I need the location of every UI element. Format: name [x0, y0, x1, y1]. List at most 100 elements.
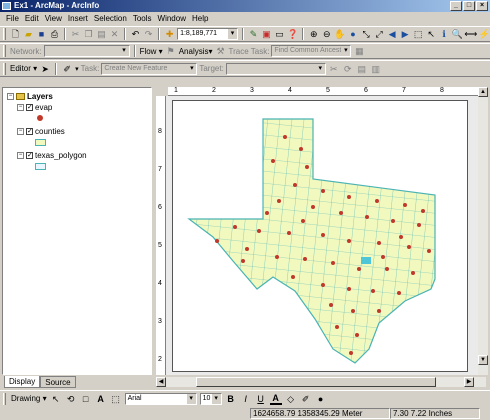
save-icon[interactable]: ■	[36, 28, 47, 40]
italic-button[interactable]: I	[240, 393, 252, 405]
rectangle-icon[interactable]: □	[80, 393, 92, 405]
command-line-icon[interactable]: ▭	[274, 28, 285, 40]
collapse-toggle-icon[interactable]: −	[17, 104, 24, 111]
toolbar-grip[interactable]	[3, 28, 6, 40]
hyperlink-icon[interactable]: ⚡	[479, 28, 490, 40]
identify-icon[interactable]: ℹ	[439, 28, 450, 40]
undo-icon[interactable]: ↶	[130, 28, 141, 40]
sketch-properties-icon[interactable]: ▥	[370, 63, 382, 75]
layer-visibility-checkbox[interactable]: ✓	[26, 104, 33, 111]
split-tool-icon[interactable]: ✂	[328, 63, 340, 75]
collapse-toggle-icon[interactable]: −	[17, 152, 24, 159]
horizontal-scrollbar[interactable]: ◀ ▶	[156, 377, 486, 387]
attributes-icon[interactable]: ▤	[356, 63, 368, 75]
texas-map[interactable]	[173, 101, 469, 373]
menu-view[interactable]: View	[45, 13, 62, 25]
fixed-zoom-out-icon[interactable]: ⤢	[374, 28, 385, 40]
underline-button[interactable]: U	[255, 393, 267, 405]
delete-icon[interactable]: ✕	[109, 28, 120, 40]
find-icon[interactable]: 🔍	[452, 28, 463, 40]
sketch-tool-icon[interactable]: ✐	[61, 63, 73, 75]
editor-menu[interactable]: Editor ▾	[10, 64, 37, 73]
select-elements-icon[interactable]: ↖	[50, 393, 62, 405]
options-icon[interactable]: ⚒	[215, 45, 227, 57]
whats-this-icon[interactable]: ❓	[287, 28, 298, 40]
close-button[interactable]: ×	[476, 1, 488, 11]
toolbar-grip[interactable]	[3, 62, 6, 75]
flag-icon[interactable]: ⚑	[165, 45, 177, 57]
rotate-tool-icon[interactable]: ⟳	[342, 63, 354, 75]
menu-insert[interactable]: Insert	[68, 13, 88, 25]
menu-tools[interactable]: Tools	[133, 13, 152, 25]
font-size-combo[interactable]: 10	[199, 392, 222, 405]
menu-file[interactable]: File	[6, 13, 19, 25]
font-combo[interactable]: Arial	[124, 392, 197, 405]
arctoolbox-icon[interactable]: ▣	[261, 28, 272, 40]
print-icon[interactable]: ⎙	[49, 28, 60, 40]
line-color-icon[interactable]: ✐	[300, 393, 312, 405]
redo-icon[interactable]: ↷	[143, 28, 154, 40]
fill-color-icon[interactable]: ◇	[285, 393, 297, 405]
menu-window[interactable]: Window	[158, 13, 186, 25]
zoom-in-icon[interactable]: ⊕	[308, 28, 319, 40]
sketch-dropdown-arrow[interactable]: ▾	[75, 65, 79, 73]
scroll-down-icon[interactable]: ▼	[478, 355, 488, 365]
solve-icon[interactable]: ▦	[353, 45, 365, 57]
layer-counties-row[interactable]: − ✓ counties	[17, 127, 65, 136]
target-combo[interactable]	[225, 62, 326, 75]
analysis-menu[interactable]: Analysis▾	[179, 47, 213, 56]
fixed-zoom-in-icon[interactable]: ⤡	[361, 28, 372, 40]
forward-extent-icon[interactable]: ▶	[400, 28, 411, 40]
layers-root-row[interactable]: − Layers	[7, 92, 53, 101]
editor-toolbar-icon[interactable]: ✎	[248, 28, 259, 40]
maximize-button[interactable]: □	[463, 1, 475, 11]
layer-visibility-checkbox[interactable]: ✓	[26, 152, 33, 159]
tab-display[interactable]: Display	[4, 376, 41, 388]
scroll-right-icon[interactable]: ▶	[464, 377, 474, 387]
measure-icon[interactable]: ⟷	[464, 28, 477, 40]
menu-edit[interactable]: Edit	[25, 13, 39, 25]
edit-tool-icon[interactable]: ➤	[39, 63, 51, 75]
open-folder-icon[interactable]: ▰	[23, 28, 34, 40]
network-combo[interactable]	[43, 45, 130, 57]
select-elements-icon[interactable]: ↖	[426, 28, 437, 40]
task-combo[interactable]: Create New Feature	[101, 62, 198, 75]
scroll-left-icon[interactable]: ◀	[156, 377, 166, 387]
text-tool-icon[interactable]: A	[95, 393, 107, 405]
font-color-icon[interactable]: A	[269, 393, 282, 405]
layout-page[interactable]	[172, 100, 468, 372]
edit-vertices-icon[interactable]: ⬚	[110, 393, 122, 405]
scroll-up-icon[interactable]: ▲	[478, 87, 488, 97]
add-data-icon[interactable]: ✚	[164, 28, 175, 40]
marker-color-icon[interactable]: ●	[315, 393, 327, 405]
evap-symbol[interactable]	[37, 115, 43, 121]
collapse-toggle-icon[interactable]: −	[7, 93, 14, 100]
toolbar-grip[interactable]	[3, 45, 6, 57]
paste-icon[interactable]: ▤	[96, 28, 107, 40]
menu-help[interactable]: Help	[192, 13, 208, 25]
zoom-out-icon[interactable]: ⊖	[321, 28, 332, 40]
texas-polygon-symbol[interactable]	[35, 163, 46, 170]
layer-evap-row[interactable]: − ✓ evap	[17, 103, 52, 112]
cut-icon[interactable]: ✂	[70, 28, 81, 40]
layer-texas-polygon-row[interactable]: − ✓ texas_polygon	[17, 151, 87, 160]
bold-button[interactable]: B	[225, 393, 237, 405]
flow-menu[interactable]: Flow ▾	[140, 47, 163, 56]
full-extent-icon[interactable]: ●	[348, 28, 359, 40]
menu-selection[interactable]: Selection	[94, 13, 127, 25]
tab-source[interactable]: Source	[40, 376, 76, 388]
toolbar-grip[interactable]	[3, 392, 6, 405]
trace-task-combo[interactable]: Find Common Ancesto	[271, 45, 352, 57]
new-document-icon[interactable]: 🗋	[10, 28, 21, 40]
select-features-icon[interactable]: ⬚	[413, 28, 424, 40]
pan-icon[interactable]: ✋	[334, 28, 345, 40]
scroll-thumb[interactable]	[196, 377, 436, 387]
back-extent-icon[interactable]: ◀	[387, 28, 398, 40]
vertical-scrollbar[interactable]: ▲ ▼	[478, 87, 488, 375]
copy-icon[interactable]: ❐	[83, 28, 94, 40]
layer-visibility-checkbox[interactable]: ✓	[26, 128, 33, 135]
drawing-menu[interactable]: Drawing ▾	[11, 394, 47, 403]
counties-symbol[interactable]	[35, 139, 46, 146]
minimize-button[interactable]: _	[450, 1, 462, 11]
collapse-toggle-icon[interactable]: −	[17, 128, 24, 135]
